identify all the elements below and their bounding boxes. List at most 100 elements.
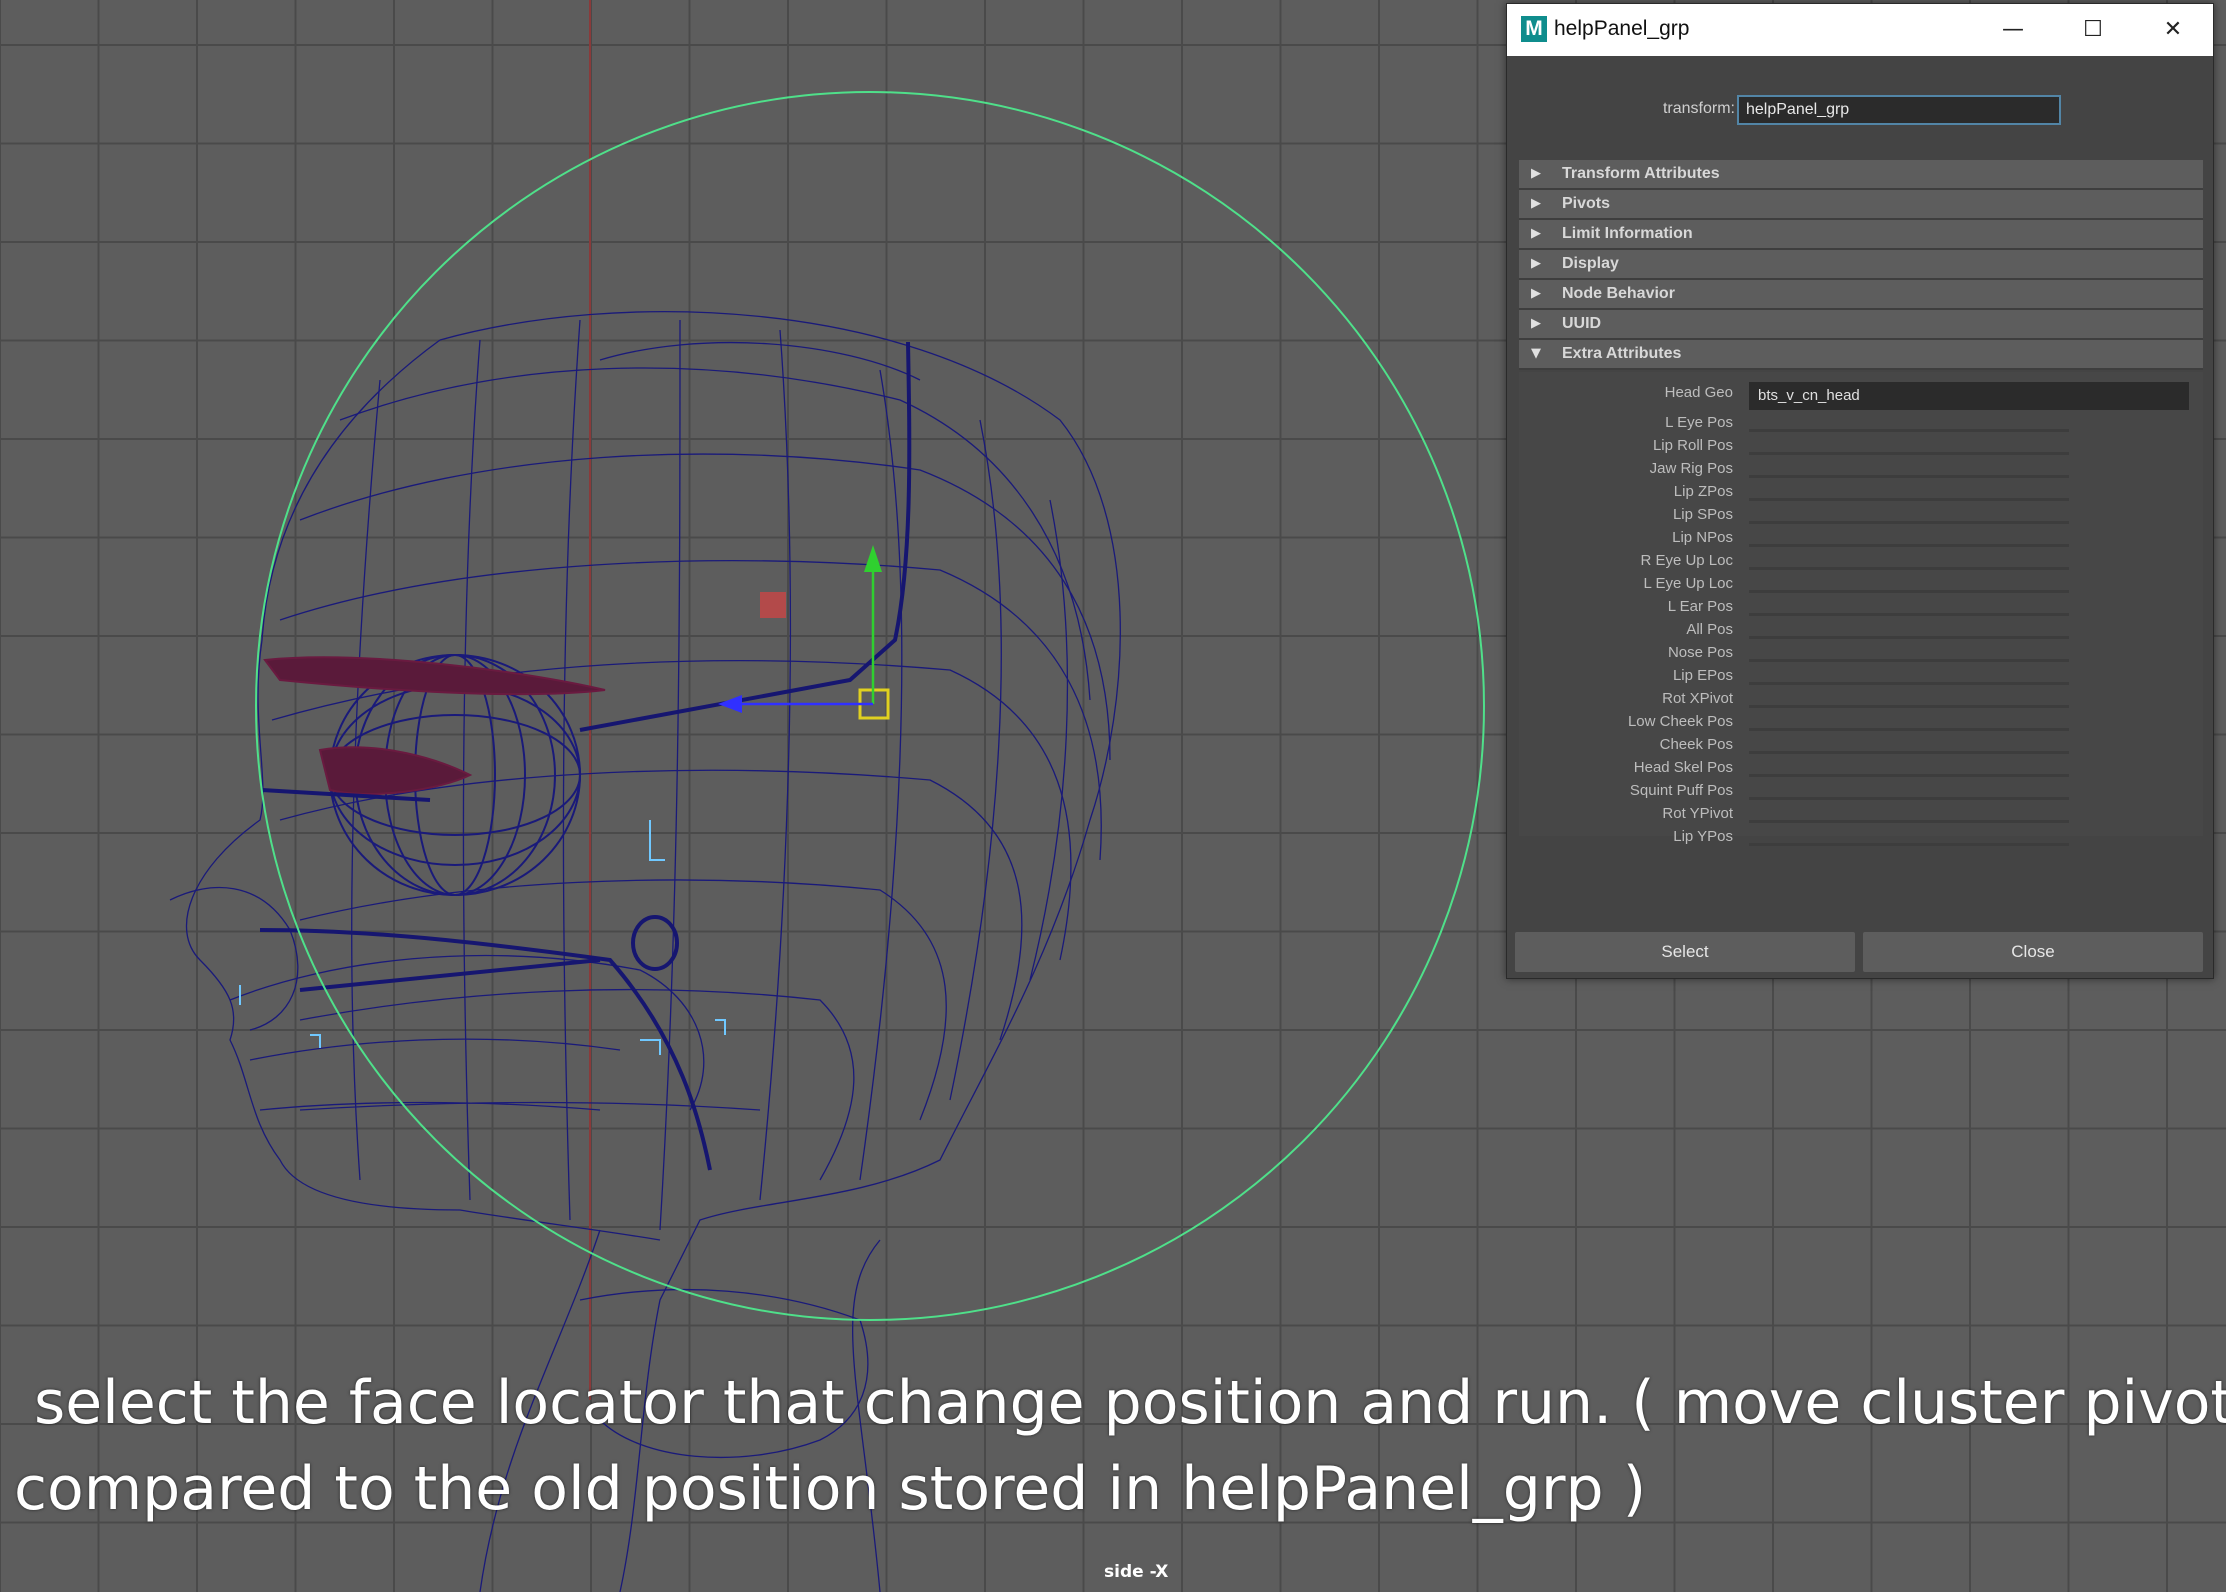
collapsed-arrow-icon: ▶ [1531, 316, 1541, 331]
section-label: Display [1562, 255, 1619, 272]
head-geo-field[interactable]: bts_v_cn_head [1749, 382, 2189, 410]
expanded-arrow-icon: ▼ [1531, 346, 1541, 361]
window-title: helpPanel_grp [1554, 17, 1690, 40]
attr-row: Lip EPos [1519, 665, 2203, 688]
attr-label: Lip NPos [1672, 529, 1733, 546]
section-header-3[interactable]: ▶ Display [1519, 250, 2203, 280]
attr-label: Lip ZPos [1673, 483, 1733, 500]
attr-field[interactable] [1749, 820, 2069, 823]
attr-label: Lip SPos [1672, 506, 1733, 523]
subtitle-line-2: compared to the old position stored in h… [14, 1454, 1647, 1524]
attr-label: Nose Pos [1667, 644, 1733, 661]
attr-field[interactable] [1749, 567, 2069, 570]
attr-row: Jaw Rig Pos [1519, 458, 2203, 481]
section-header-4[interactable]: ▶ Node Behavior [1519, 280, 2203, 310]
section-header-2[interactable]: ▶ Limit Information [1519, 220, 2203, 250]
attr-field[interactable] [1749, 590, 2069, 593]
attr-label: Rot YPivot [1662, 805, 1733, 822]
attr-row: L Ear Pos [1519, 596, 2203, 619]
subtitle-line-1: select the face locator that change posi… [34, 1368, 2226, 1438]
section-label: Pivots [1562, 195, 1611, 212]
attr-field[interactable] [1749, 498, 2069, 501]
collapsed-arrow-icon: ▶ [1531, 166, 1541, 181]
manipulator-y-arrow [864, 545, 882, 572]
attr-field[interactable] [1749, 636, 2069, 639]
section-header-0[interactable]: ▶ Transform Attributes [1519, 160, 2203, 190]
attr-row: Lip ZPos [1519, 481, 2203, 504]
title-bar[interactable]: M helpPanel_grp — ☐ ✕ [1507, 4, 2213, 56]
attr-row: All Pos [1519, 619, 2203, 642]
attr-row: Head Skel Pos [1519, 757, 2203, 780]
section-label: UUID [1562, 315, 1602, 332]
attr-field[interactable] [1749, 613, 2069, 616]
transform-label: transform: [1662, 100, 1735, 117]
extra-attributes-body: Head Geo bts_v_cn_head L Eye Pos Lip Roll… [1519, 372, 2203, 846]
attr-row: Squint Puff Pos [1519, 780, 2203, 803]
attr-field[interactable] [1749, 659, 2069, 662]
attr-label: Lip YPos [1673, 828, 1733, 845]
attr-label: L Ear Pos [1667, 598, 1733, 615]
maya-app-icon: M [1521, 16, 1547, 42]
attr-field[interactable] [1749, 452, 2069, 455]
attr-row-head-geo: Head Geo bts_v_cn_head [1519, 382, 2203, 410]
attr-field[interactable] [1749, 751, 2069, 754]
attr-label: L Eye Pos [1665, 414, 1733, 431]
maximize-button[interactable]: ☐ [2053, 4, 2133, 56]
section-header-6[interactable]: ▼ Extra Attributes [1519, 340, 2203, 370]
attr-label: Rot XPivot [1662, 690, 1733, 707]
minimize-button[interactable]: — [1973, 4, 2053, 56]
collapsed-arrow-icon: ▶ [1531, 196, 1541, 211]
manipulator-z-arrow [718, 695, 742, 713]
head-control-curve [255, 91, 1485, 1321]
attr-field[interactable] [1749, 521, 2069, 524]
attr-label-head-geo: Head Geo [1664, 384, 1733, 401]
eyebrow-shape [263, 656, 606, 696]
attr-label: All Pos [1686, 621, 1733, 638]
ear-ring [631, 915, 679, 971]
close-window-button[interactable]: ✕ [2133, 4, 2213, 56]
section-label: Limit Information [1562, 225, 1693, 242]
attr-row: Lip YPos [1519, 826, 2203, 849]
view-name-label: side -X [1104, 1562, 1169, 1582]
attr-row: L Eye Pos [1519, 412, 2203, 435]
attr-field[interactable] [1749, 797, 2069, 800]
attr-label: Squint Puff Pos [1629, 782, 1733, 799]
attr-row: Rot YPivot [1519, 803, 2203, 826]
attr-row: Lip Roll Pos [1519, 435, 2203, 458]
attribute-editor-dialog: M helpPanel_grp — ☐ ✕ transform: ▶ Transf… [1506, 3, 2214, 979]
section-label: Node Behavior [1562, 285, 1675, 302]
attr-field[interactable] [1749, 544, 2069, 547]
section-header-5[interactable]: ▶ UUID [1519, 310, 2203, 340]
section-header-1[interactable]: ▶ Pivots [1519, 190, 2203, 220]
close-button[interactable]: Close [1863, 932, 2203, 972]
attr-row: Cheek Pos [1519, 734, 2203, 757]
select-button[interactable]: Select [1515, 932, 1855, 972]
attr-field[interactable] [1749, 705, 2069, 708]
attr-label: R Eye Up Loc [1640, 552, 1733, 569]
collapsed-arrow-icon: ▶ [1531, 226, 1541, 241]
attr-row: L Eye Up Loc [1519, 573, 2203, 596]
transform-row: transform: [1507, 90, 2213, 130]
transform-name-input[interactable] [1737, 95, 2061, 125]
attr-row: Nose Pos [1519, 642, 2203, 665]
manipulator-center-handle [760, 592, 786, 618]
attr-field[interactable] [1749, 682, 2069, 685]
attr-row: Lip NPos [1519, 527, 2203, 550]
collapsed-arrow-icon: ▶ [1531, 286, 1541, 301]
attr-row: Rot XPivot [1519, 688, 2203, 711]
attr-row: Low Cheek Pos [1519, 711, 2203, 734]
attr-label: Jaw Rig Pos [1649, 460, 1733, 477]
attr-label: L Eye Up Loc [1643, 575, 1734, 592]
section-label: Transform Attributes [1562, 165, 1720, 182]
attr-label: Lip EPos [1672, 667, 1733, 684]
attr-field[interactable] [1749, 429, 2069, 432]
attr-field[interactable] [1749, 475, 2069, 478]
attr-label: Low Cheek Pos [1627, 713, 1733, 730]
attr-field[interactable] [1749, 843, 2069, 846]
attr-field[interactable] [1749, 728, 2069, 731]
attr-row: Lip SPos [1519, 504, 2203, 527]
attr-label: Lip Roll Pos [1652, 437, 1733, 454]
collapsed-arrow-icon: ▶ [1531, 256, 1541, 271]
attr-field[interactable] [1749, 774, 2069, 777]
attr-label: Head Skel Pos [1633, 759, 1733, 776]
